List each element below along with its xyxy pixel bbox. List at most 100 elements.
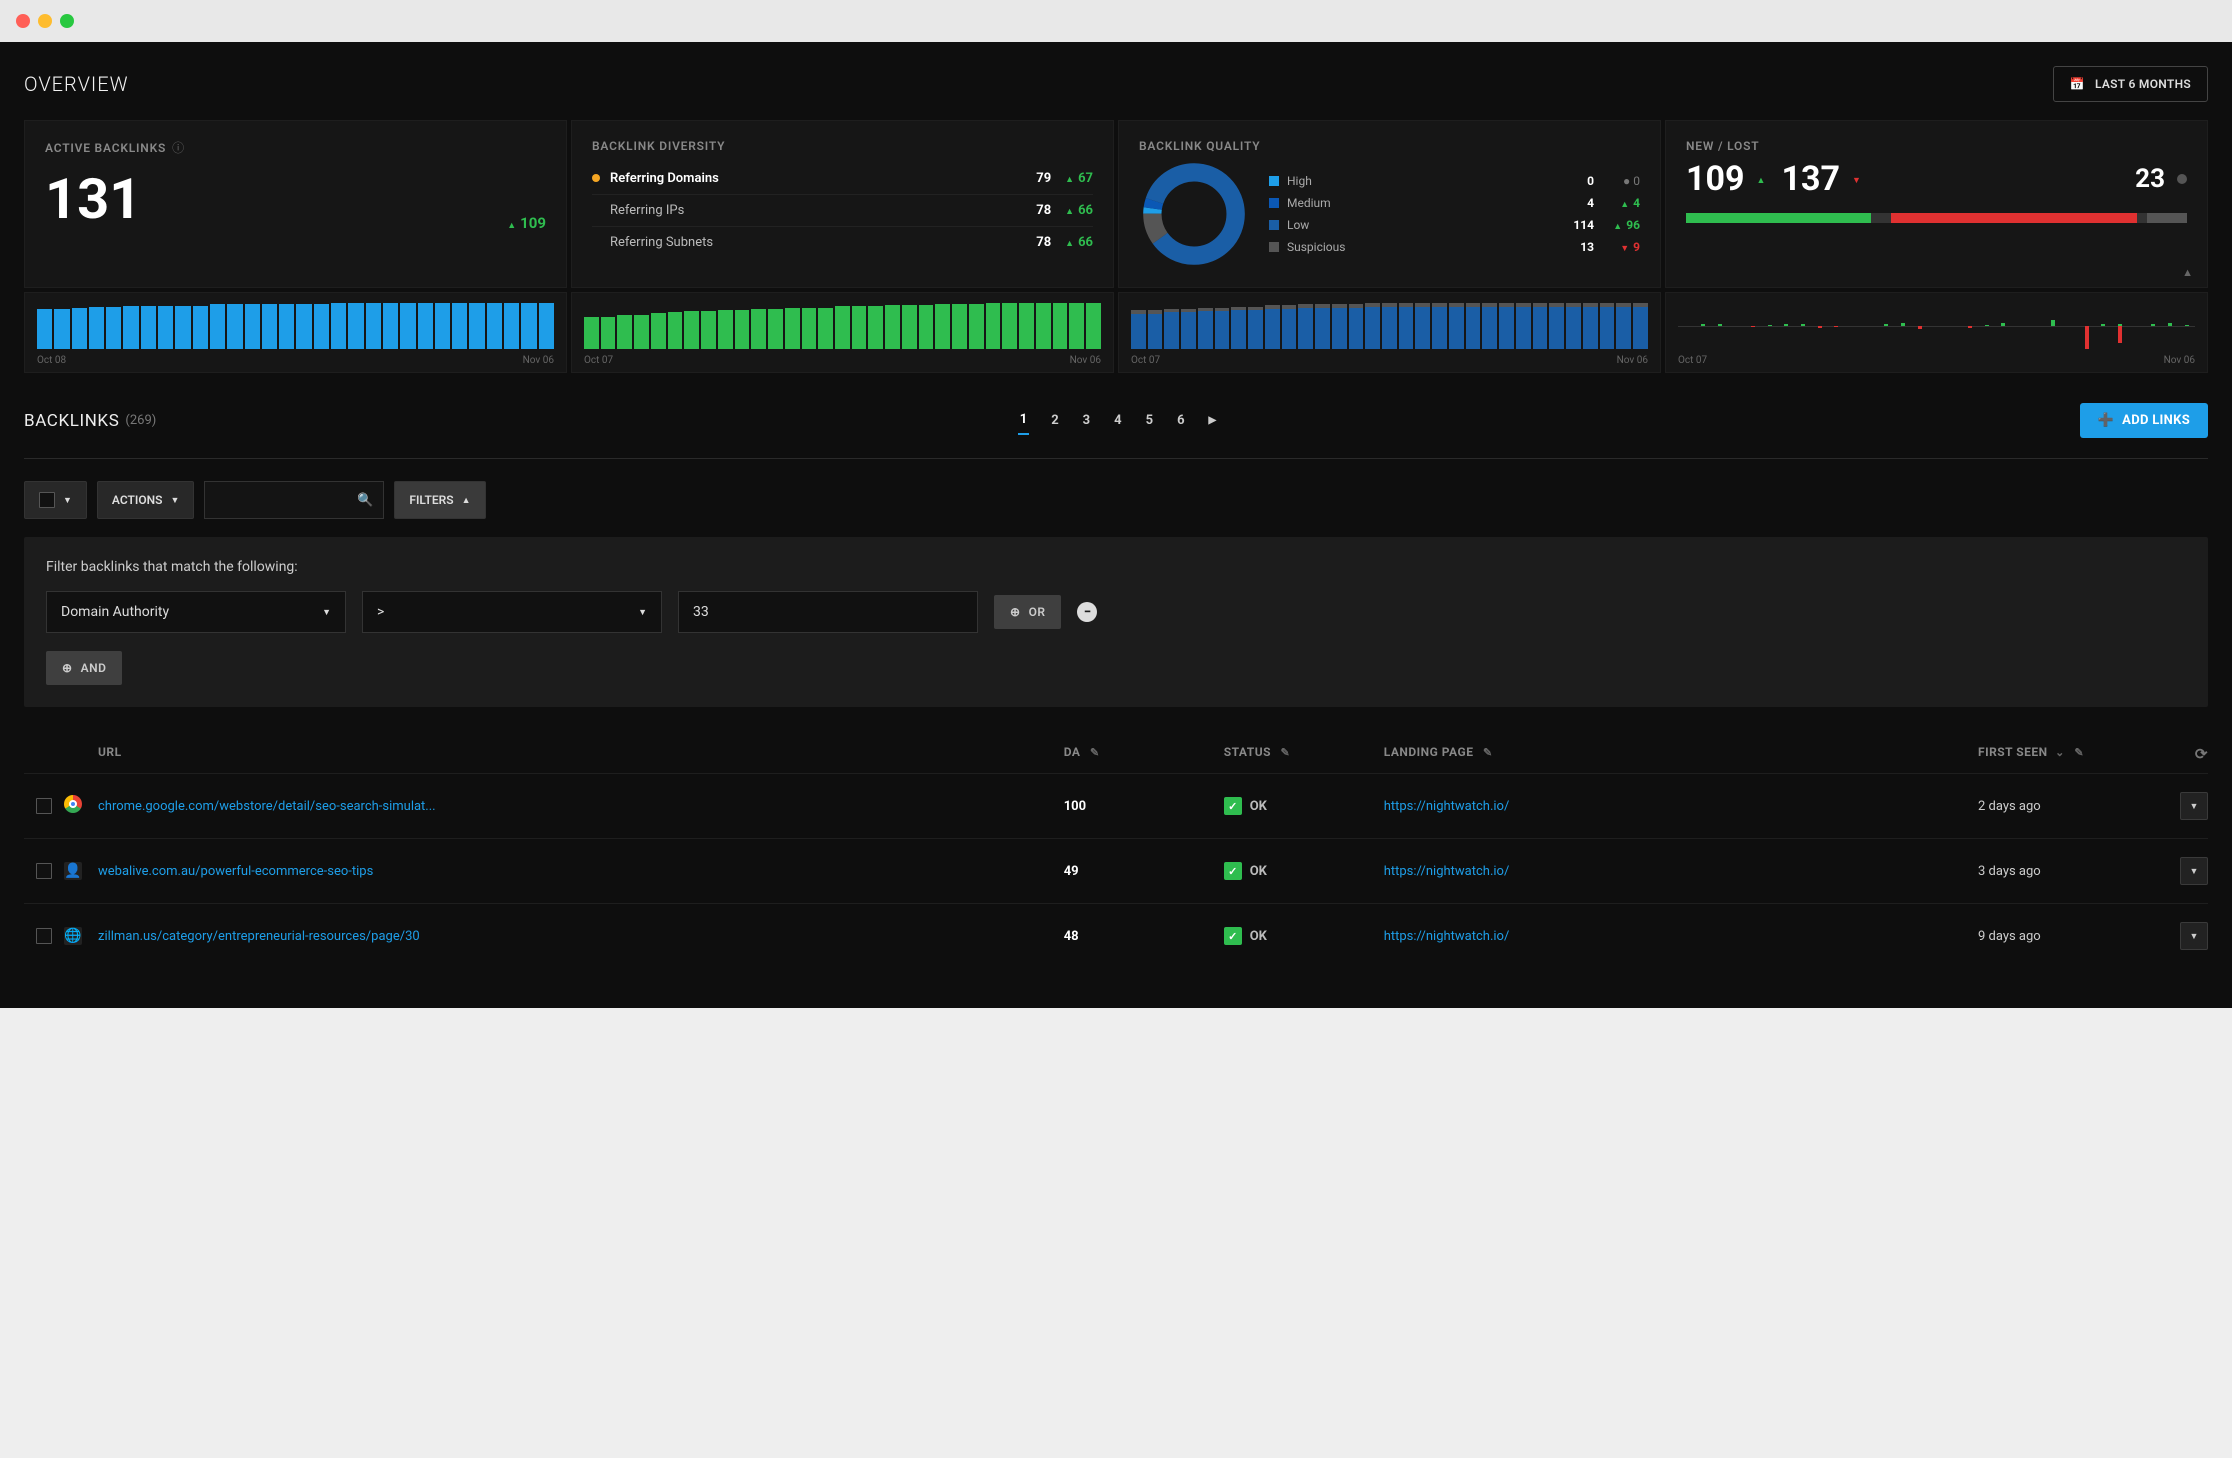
url-link[interactable]: chrome.google.com/webstore/detail/seo-se… bbox=[98, 799, 436, 814]
collapse-icon[interactable]: ▲ bbox=[2182, 266, 2193, 279]
chevron-down-icon: ▼ bbox=[638, 607, 647, 618]
edit-icon[interactable]: ✎ bbox=[1483, 746, 1493, 759]
page-1[interactable]: 1 bbox=[1018, 406, 1029, 435]
quality-legend-row: Medium44 bbox=[1269, 192, 1640, 214]
search-input[interactable]: 🔍 bbox=[204, 481, 384, 519]
card-diversity: BACKLINK DIVERSITY Referring Domains7967… bbox=[571, 120, 1114, 288]
filter-and-button[interactable]: ⊕ AND bbox=[46, 651, 122, 685]
grey-count: 23 bbox=[2135, 164, 2165, 194]
quality-legend-row: Suspicious139 bbox=[1269, 236, 1640, 258]
status-badge: ✓OK bbox=[1224, 862, 1267, 880]
chevron-down-icon[interactable]: ⌄ bbox=[2055, 746, 2065, 759]
table-row: 🌐 zillman.us/category/entrepreneurial-res… bbox=[24, 903, 2208, 968]
chevron-down-icon: ▼ bbox=[322, 607, 331, 618]
edit-icon[interactable]: ✎ bbox=[2074, 746, 2084, 759]
card-new-lost: NEW / LOST 109 137 23 ▲ bbox=[1665, 120, 2208, 288]
spark-active-backlinks: Oct 08 Nov 06 bbox=[24, 292, 567, 373]
row-checkbox[interactable] bbox=[36, 798, 52, 814]
landing-page-link[interactable]: https://nightwatch.io/ bbox=[1384, 799, 1510, 814]
page-5[interactable]: 5 bbox=[1144, 407, 1155, 434]
page-2[interactable]: 2 bbox=[1049, 407, 1060, 434]
date-range-label: LAST 6 MONTHS bbox=[2095, 77, 2191, 91]
active-backlinks-value: 131 bbox=[45, 166, 141, 232]
edit-icon[interactable]: ✎ bbox=[1280, 746, 1290, 759]
card-title: ACTIVE BACKLINKS bbox=[45, 141, 166, 155]
diversity-row[interactable]: Referring Subnets7866 bbox=[592, 227, 1093, 258]
info-icon[interactable]: ⓘ bbox=[172, 139, 184, 156]
favicon-icon bbox=[64, 795, 82, 813]
diversity-row[interactable]: Referring Domains7967 bbox=[592, 163, 1093, 195]
th-first-seen[interactable]: FIRST SEEN bbox=[1978, 745, 2048, 759]
filters-label: FILTERS bbox=[409, 493, 453, 507]
minimize-window-icon[interactable] bbox=[38, 14, 52, 28]
favicon-icon: 🌐 bbox=[64, 927, 82, 945]
overview-title: OVERVIEW bbox=[24, 72, 129, 96]
diversity-row[interactable]: Referring IPs7866 bbox=[592, 195, 1093, 227]
filter-operator-select[interactable]: > ▼ bbox=[362, 591, 662, 633]
backlinks-table: URL DA ✎ STATUS ✎ LANDING PAGE ✎ FIRST S… bbox=[24, 735, 2208, 968]
refresh-icon[interactable]: ⟳ bbox=[2195, 745, 2208, 763]
url-link[interactable]: webalive.com.au/powerful-ecommerce-seo-t… bbox=[98, 864, 373, 879]
backlinks-count: (269) bbox=[125, 413, 156, 428]
status-badge: ✓OK bbox=[1224, 927, 1267, 945]
lost-delta-icon bbox=[1852, 172, 1865, 187]
first-seen-value: 3 days ago bbox=[1978, 864, 2041, 879]
new-count: 109 bbox=[1686, 159, 1745, 199]
table-header-row: URL DA ✎ STATUS ✎ LANDING PAGE ✎ FIRST S… bbox=[24, 735, 2208, 773]
maximize-window-icon[interactable] bbox=[60, 14, 74, 28]
card-title: NEW / LOST bbox=[1686, 139, 2187, 153]
select-all-checkbox[interactable]: ▼ bbox=[24, 481, 87, 519]
plus-icon: ➕ bbox=[2098, 413, 2115, 428]
close-window-icon[interactable] bbox=[16, 14, 30, 28]
grey-dot-icon bbox=[2177, 174, 2187, 184]
page-4[interactable]: 4 bbox=[1112, 407, 1123, 434]
next-page-icon[interactable]: ▶ bbox=[1207, 409, 1219, 432]
row-menu-button[interactable]: ▼ bbox=[2180, 792, 2208, 820]
card-title: BACKLINK QUALITY bbox=[1139, 139, 1640, 153]
quality-legend-row: Low11496 bbox=[1269, 214, 1640, 236]
spark-x-end: Nov 06 bbox=[2164, 355, 2195, 366]
filter-or-button[interactable]: ⊕ OR bbox=[994, 595, 1061, 629]
da-value: 49 bbox=[1064, 864, 1079, 879]
filter-panel: Filter backlinks that match the followin… bbox=[24, 537, 2208, 707]
filter-operator-value: > bbox=[377, 604, 384, 620]
chevron-down-icon: ▼ bbox=[170, 495, 179, 506]
first-seen-value: 9 days ago bbox=[1978, 929, 2041, 944]
landing-page-link[interactable]: https://nightwatch.io/ bbox=[1384, 864, 1510, 879]
page-3[interactable]: 3 bbox=[1081, 407, 1092, 434]
row-menu-button[interactable]: ▼ bbox=[2180, 922, 2208, 950]
filter-intro: Filter backlinks that match the followin… bbox=[46, 559, 2186, 575]
url-link[interactable]: zillman.us/category/entrepreneurial-reso… bbox=[98, 929, 420, 944]
search-icon: 🔍 bbox=[357, 493, 373, 508]
filters-toggle[interactable]: FILTERS ▲ bbox=[394, 481, 485, 519]
window-titlebar bbox=[0, 0, 2232, 42]
th-url[interactable]: URL bbox=[98, 745, 1064, 763]
spark-quality: Oct 07 Nov 06 bbox=[1118, 292, 1661, 373]
date-range-button[interactable]: 📅 LAST 6 MONTHS bbox=[2053, 66, 2208, 102]
landing-page-link[interactable]: https://nightwatch.io/ bbox=[1384, 929, 1510, 944]
remove-filter-button[interactable]: − bbox=[1077, 602, 1097, 622]
spark-x-end: Nov 06 bbox=[523, 355, 554, 366]
quality-donut-chart bbox=[1139, 159, 1249, 269]
table-row: chrome.google.com/webstore/detail/seo-se… bbox=[24, 773, 2208, 838]
filter-value-input[interactable]: 33 bbox=[678, 591, 978, 633]
spark-x-start: Oct 07 bbox=[1678, 355, 1707, 366]
actions-dropdown[interactable]: ACTIONS ▼ bbox=[97, 481, 194, 519]
plus-circle-icon: ⊕ bbox=[62, 661, 73, 675]
favicon-icon: 👤 bbox=[64, 862, 82, 880]
filter-field-select[interactable]: Domain Authority ▼ bbox=[46, 591, 346, 633]
add-links-button[interactable]: ➕ ADD LINKS bbox=[2080, 403, 2208, 438]
page-6[interactable]: 6 bbox=[1175, 407, 1186, 434]
actions-label: ACTIONS bbox=[112, 493, 163, 507]
th-status[interactable]: STATUS bbox=[1224, 745, 1271, 759]
th-landing-page[interactable]: LANDING PAGE bbox=[1384, 745, 1474, 759]
row-checkbox[interactable] bbox=[36, 928, 52, 944]
status-badge: ✓OK bbox=[1224, 797, 1267, 815]
th-da[interactable]: DA bbox=[1064, 745, 1081, 759]
edit-icon[interactable]: ✎ bbox=[1090, 746, 1100, 759]
row-menu-button[interactable]: ▼ bbox=[2180, 857, 2208, 885]
card-title: BACKLINK DIVERSITY bbox=[592, 139, 1093, 153]
plus-circle-icon: ⊕ bbox=[1010, 605, 1021, 619]
da-value: 100 bbox=[1064, 799, 1086, 814]
row-checkbox[interactable] bbox=[36, 863, 52, 879]
